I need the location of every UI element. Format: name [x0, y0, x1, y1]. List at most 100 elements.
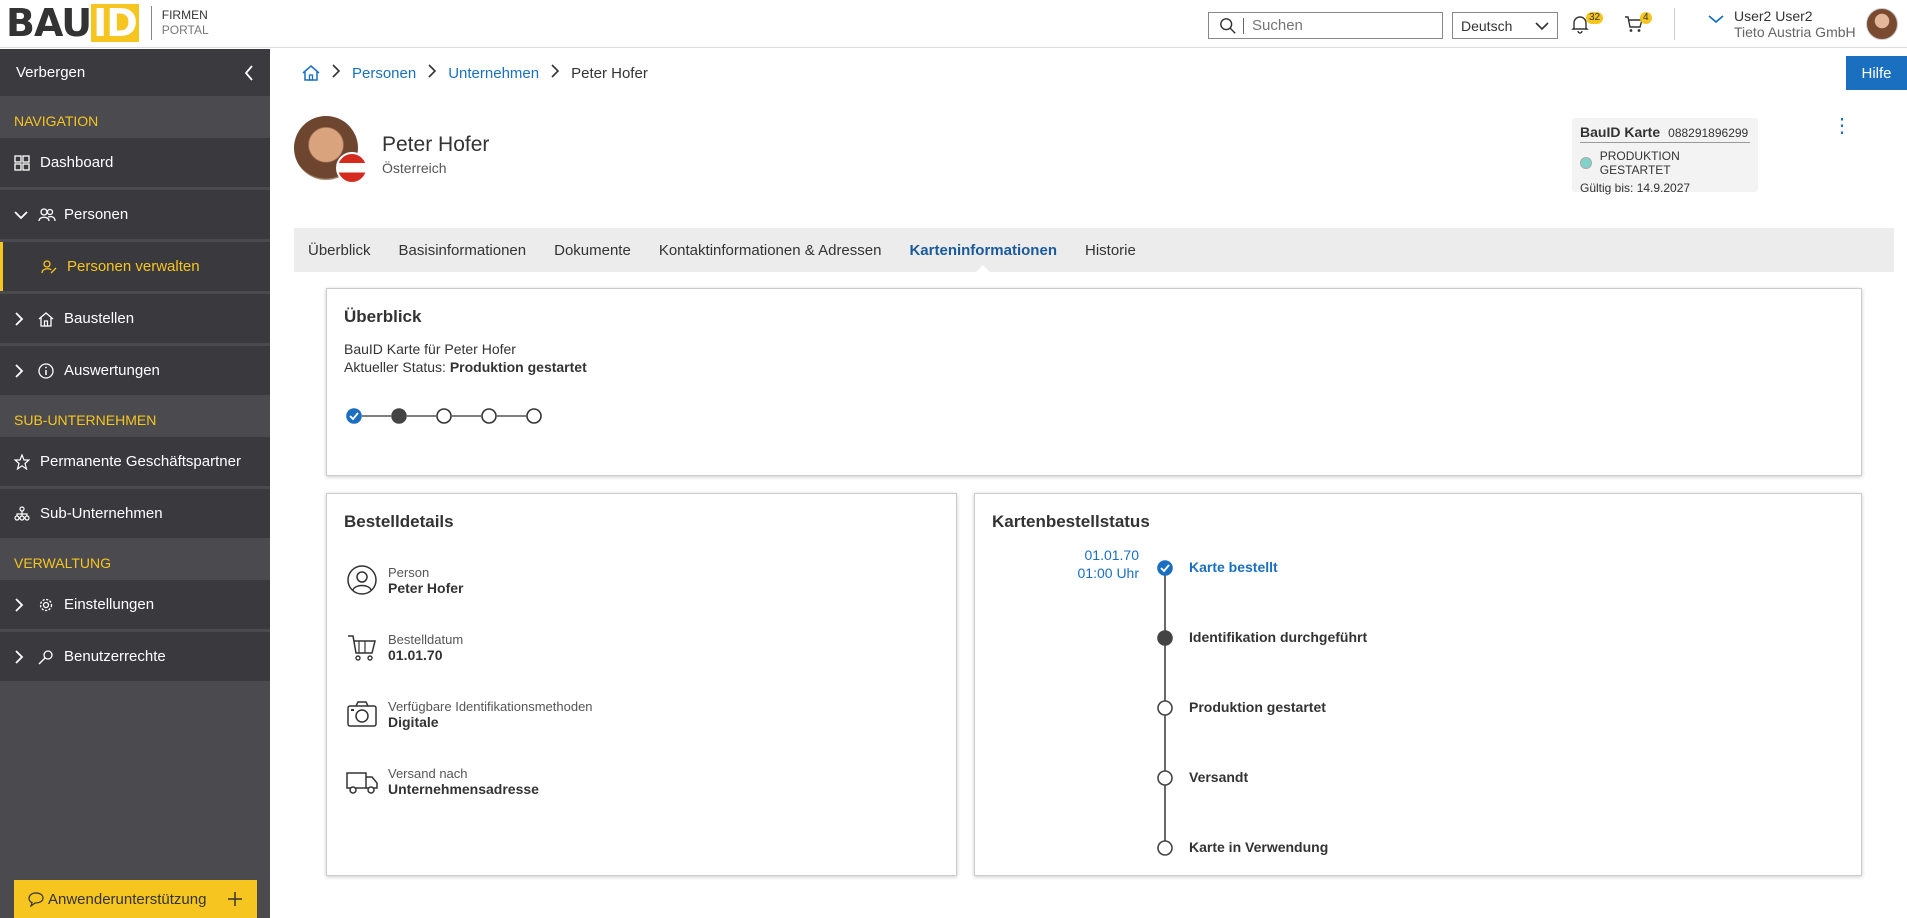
chevron-right-icon [14, 311, 28, 326]
overview-title: Überblick [344, 307, 422, 326]
detail-value: Digitale [388, 713, 439, 730]
dashboard-icon [14, 154, 34, 171]
tab-historie[interactable]: Historie [1085, 228, 1136, 272]
sidebar: Verbergen NAVIGATION Dashboard Personen … [0, 49, 270, 918]
sidebar-item-sub-unternehmen[interactable]: Sub-Unternehmen [0, 489, 270, 538]
info-icon [38, 362, 58, 379]
order-details-title: Bestelldetails [344, 512, 454, 531]
card-valid-until: Gültig bis: 14.9.2027 [1580, 181, 1691, 195]
detail-label: Verfügbare Identifikationsmethoden [388, 698, 593, 714]
search-input[interactable] [1252, 17, 1422, 34]
chevron-right-icon [14, 363, 28, 378]
star-icon [14, 453, 34, 470]
chevron-right-icon [14, 597, 28, 612]
detail-ident-methods: Verfügbare Identifikationsmethoden Digit… [344, 696, 593, 732]
notifications-button[interactable]: 32 [1570, 12, 1604, 39]
card-status: PRODUKTION GESTARTET [1599, 149, 1680, 177]
sidebar-item-label: Baustellen [64, 310, 135, 327]
step-pending-icon [1157, 700, 1173, 716]
breadcrumb-current: Peter Hofer [571, 64, 648, 82]
search-icon [1220, 17, 1236, 34]
sidebar-item-baustellen[interactable]: Baustellen [0, 294, 270, 343]
card-number: 088291896299 [1668, 126, 1749, 140]
timeline-date-time: 01:00 Uhr [1077, 565, 1139, 581]
sidebar-item-label: Auswertungen [64, 362, 160, 379]
chevron-down-icon [14, 210, 28, 220]
card-info-box: BauID Karte 088291896299 PRODUKTION GEST… [1572, 118, 1758, 195]
user-menu[interactable]: User2 User2 Tieto Austria GmbH [1708, 8, 1856, 40]
chat-icon [28, 892, 44, 907]
user-name: User2 User2 [1734, 8, 1813, 24]
sidebar-hide-label: Verbergen [16, 64, 86, 81]
language-select[interactable]: Deutsch [1452, 12, 1558, 39]
austria-flag-icon [336, 152, 368, 184]
key-icon [38, 649, 58, 665]
sidebar-item-einstellungen[interactable]: Einstellungen [0, 580, 270, 629]
sidebar-item-auswertungen[interactable]: Auswertungen [0, 346, 270, 395]
logo-subtitle: FIRMEN PORTAL [162, 8, 209, 38]
breadcrumb-separator [332, 64, 341, 82]
language-value: Deutsch [1461, 17, 1513, 34]
breadcrumb-unternehmen[interactable]: Unternehmen [448, 65, 539, 82]
search-box[interactable] [1208, 12, 1443, 39]
timeline-step-label: Karte in Verwendung [1189, 839, 1329, 855]
sidebar-item-label: Personen [64, 206, 129, 223]
detail-person: Person Peter Hofer [344, 562, 463, 598]
step-pending-icon [1157, 770, 1173, 786]
sidebar-item-benutzerrechte[interactable]: Benutzerrechte [0, 632, 270, 681]
tab-karteninformationen[interactable]: Karteninformationen [909, 228, 1057, 273]
section-sub-unternehmen: SUB-UNTERNEHMEN [14, 412, 157, 428]
breadcrumb-personen[interactable]: Personen [352, 65, 416, 82]
home-icon[interactable] [302, 64, 320, 82]
sidebar-item-label: Dashboard [40, 154, 114, 171]
sidebar-item-dashboard[interactable]: Dashboard [0, 138, 270, 187]
profile-name: Peter Hofer [382, 133, 490, 156]
user-avatar[interactable] [1866, 8, 1898, 40]
cart-button[interactable]: 4 [1624, 12, 1652, 39]
tab-basisinformationen[interactable]: Basisinformationen [399, 228, 527, 272]
user-company: Tieto Austria GmbH [1734, 24, 1856, 40]
tab-dokumente[interactable]: Dokumente [554, 228, 631, 272]
chevron-left-icon [244, 64, 253, 81]
section-verwaltung: VERWALTUNG [14, 555, 111, 571]
order-status-panel: Kartenbestellstatus 01.01.70 01:00 Uhr Ka… [974, 493, 1862, 876]
text-cursor [1243, 17, 1244, 34]
top-bar: BAU ID FIRMEN PORTAL Deutsch 32 4 User2 … [0, 0, 1907, 48]
timeline-date-column: 01.01.70 01:00 Uhr [975, 546, 1139, 586]
sidebar-item-personen-verwalten[interactable]: Personen verwalten [0, 242, 270, 291]
order-details-panel: Bestelldetails Person Peter Hofer Bestel… [326, 493, 957, 876]
help-button[interactable]: Hilfe [1846, 56, 1907, 90]
user-circle-icon [344, 562, 380, 598]
notifications-badge: 32 [1586, 12, 1604, 24]
breadcrumb-separator [551, 64, 560, 82]
logo-line1: FIRMEN [161, 8, 208, 22]
detail-shipping: Versand nach Unternehmensadresse [344, 763, 539, 799]
tab-ueberblick[interactable]: Überblick [308, 228, 371, 272]
overview-status-value: Produktion gestartet [449, 359, 587, 375]
person-edit-icon [41, 259, 61, 275]
gear-icon [38, 597, 58, 613]
chevron-down-icon [1708, 15, 1724, 24]
people-icon [38, 207, 58, 223]
sidebar-hide-button[interactable]: Verbergen [0, 49, 270, 96]
tab-kontaktinformationen[interactable]: Kontaktinformationen & Adressen [659, 228, 882, 272]
timeline-step-label: Karte bestellt [1189, 559, 1278, 575]
step-pending-icon [481, 408, 497, 424]
progress-stepper [346, 408, 542, 424]
step-pending-icon [436, 408, 452, 424]
sidebar-item-permanente-partner[interactable]: Permanente Geschäftspartner [0, 437, 270, 486]
detail-value: 01.01.70 [388, 646, 443, 663]
overview-card-for: BauID Karte für Peter Hofer [344, 341, 516, 357]
profile-country: Österreich [382, 160, 447, 176]
truck-icon [344, 763, 380, 799]
logo[interactable]: BAU ID FIRMEN PORTAL [6, 4, 209, 42]
chevron-right-icon [14, 649, 28, 664]
sidebar-item-personen[interactable]: Personen [0, 190, 270, 239]
overview-status-label: Aktueller Status: [344, 359, 450, 375]
breadcrumb: Personen Unternehmen Peter Hofer [302, 64, 648, 82]
more-options-icon[interactable]: ⋮ [1832, 116, 1852, 136]
detail-value: Peter Hofer [388, 579, 464, 596]
detail-order-date: Bestelldatum 01.01.70 [344, 629, 463, 665]
support-button[interactable]: Anwenderunterstützung [14, 880, 257, 918]
tab-bar: Überblick Basisinformationen Dokumente K… [294, 228, 1894, 273]
